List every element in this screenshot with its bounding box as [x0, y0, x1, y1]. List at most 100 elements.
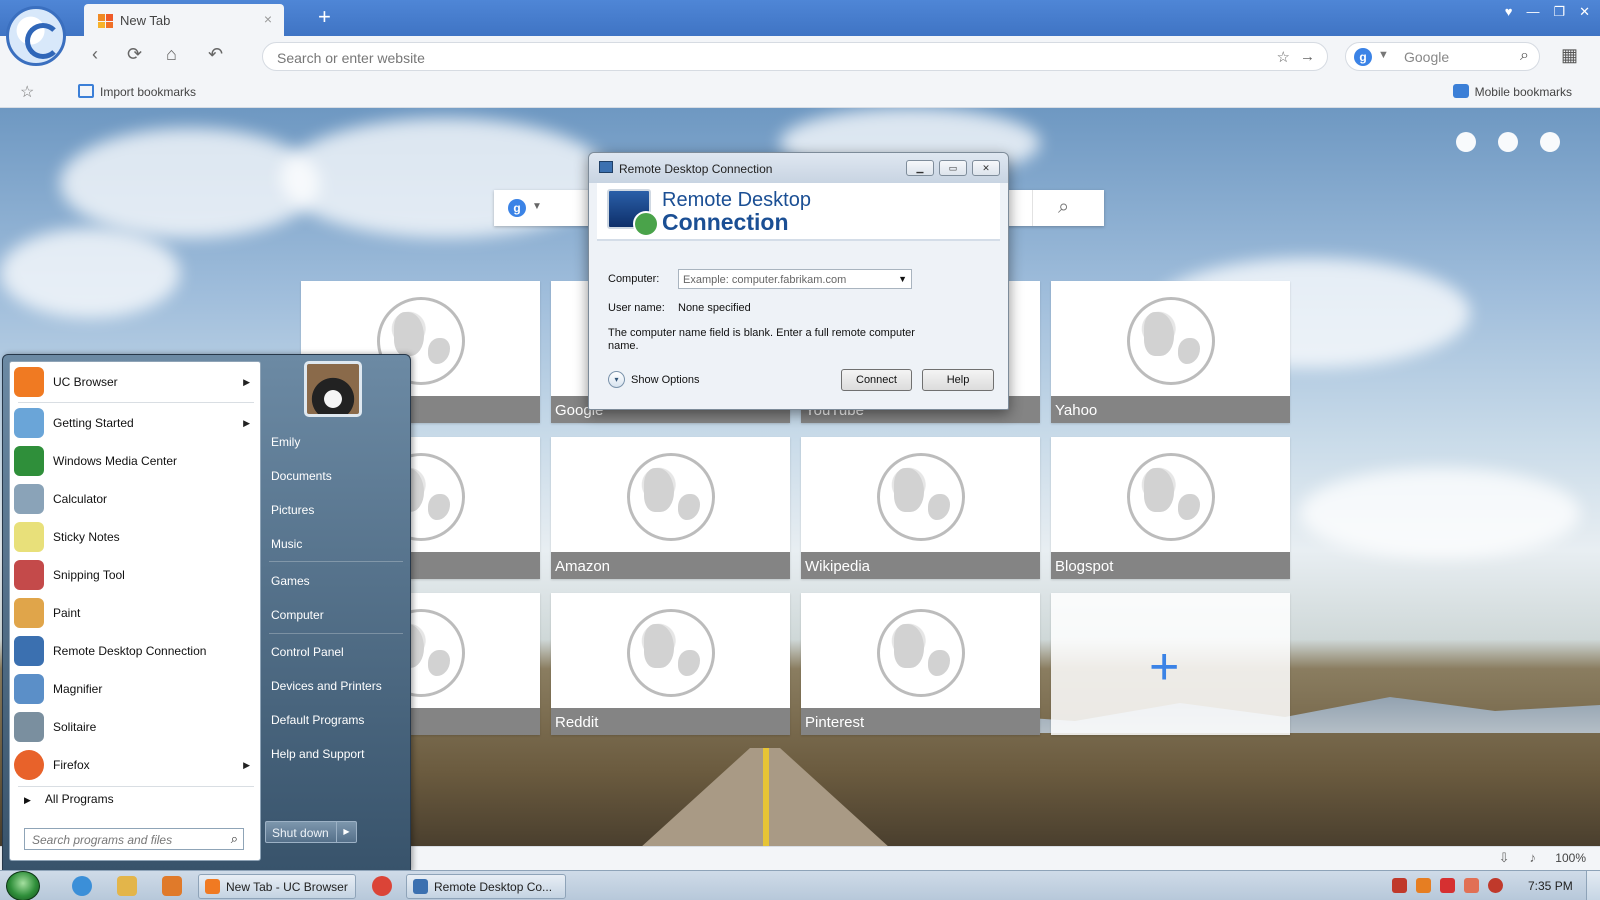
dialog-maximize-button[interactable]: ▭ [939, 160, 967, 176]
start-link-help-support[interactable]: Help and Support [271, 747, 364, 761]
apps-grid-icon[interactable] [1540, 132, 1560, 152]
start-link-music[interactable]: Music [271, 537, 302, 551]
file-explorer-icon[interactable] [117, 876, 137, 896]
program-uc-browser[interactable]: UC Browser ▶ [14, 364, 258, 400]
tray-flag-icon[interactable] [1440, 878, 1455, 893]
cloud-sync-icon[interactable] [1456, 132, 1476, 152]
program-snipping-tool[interactable]: Snipping Tool [14, 557, 258, 593]
media-player-icon[interactable] [162, 876, 182, 896]
apps-grid-icon[interactable]: ▦ [1561, 45, 1578, 66]
submenu-arrow-icon[interactable]: ▶ [243, 377, 250, 388]
bookmarks-star-icon[interactable]: ☆ [20, 82, 34, 102]
undo-close-button[interactable]: ↶ [208, 44, 223, 65]
submenu-arrow-icon[interactable]: ▶ [243, 760, 250, 771]
speed-dial-tile[interactable]: Yahoo [1051, 281, 1290, 423]
tab-close-icon[interactable]: × [264, 11, 272, 27]
program-solitaire[interactable]: Solitaire [14, 709, 258, 745]
submenu-arrow-icon[interactable]: ▶ [243, 418, 250, 429]
program-firefox[interactable]: Firefox ▶ [14, 747, 258, 783]
program-label: Calculator [53, 492, 108, 506]
dialog-header: Remote Desktop Connection [597, 183, 1000, 241]
all-programs-button[interactable]: ▶ All Programs [24, 792, 114, 806]
speed-dial-tile[interactable]: Amazon [551, 437, 790, 579]
start-link-devices-printers[interactable]: Devices and Printers [271, 679, 382, 693]
tray-power-icon[interactable] [1488, 878, 1503, 893]
tab-new-tab[interactable]: New Tab × [84, 4, 284, 36]
shut-down-options-icon[interactable]: ▶ [336, 822, 356, 842]
reload-button[interactable]: ⟳ [127, 44, 142, 65]
import-bookmarks-link[interactable]: Import bookmarks [78, 84, 196, 99]
bookmark-star-icon[interactable]: ☆ [1277, 48, 1290, 66]
theme-palette-icon[interactable] [1498, 132, 1518, 152]
minimize-button[interactable]: — [1526, 4, 1539, 20]
dialog-titlebar[interactable]: Remote Desktop Connection ▁ ▭ ✕ [589, 153, 1008, 183]
show-options-toggle[interactable]: ▾ Show Options [608, 371, 699, 388]
speed-dial-tile[interactable]: Blogspot [1051, 437, 1290, 579]
program-windows-media-center[interactable]: Windows Media Center [14, 443, 258, 479]
chevron-down-icon[interactable]: ▼ [1378, 49, 1389, 61]
solitaire-icon [14, 712, 44, 742]
dialog-minimize-button[interactable]: ▁ [906, 160, 934, 176]
skin-icon[interactable]: ♥ [1505, 4, 1513, 20]
add-tile-button[interactable]: + [1051, 593, 1290, 735]
tab-title: New Tab [120, 13, 171, 28]
go-arrow-icon[interactable]: → [1300, 48, 1315, 66]
chrome-icon[interactable] [372, 876, 392, 896]
speed-dial-tile[interactable]: Reddit [551, 593, 790, 735]
tray-monitor-icon[interactable] [1464, 878, 1479, 893]
program-calculator[interactable]: Calculator [14, 481, 258, 517]
search-icon[interactable]: ⌕ [231, 831, 238, 847]
start-link-games[interactable]: Games [271, 574, 310, 588]
tray-check-icon[interactable] [1392, 878, 1407, 893]
tile-label: Wikipedia [801, 552, 1040, 579]
search-engine-icon[interactable]: g [1354, 48, 1372, 66]
dialog-close-button[interactable]: ✕ [972, 160, 1000, 176]
start-link-documents[interactable]: Documents [271, 469, 332, 483]
new-tab-button[interactable]: + [318, 4, 331, 30]
media-center-icon [14, 446, 44, 476]
search-icon[interactable]: ⌕ [1520, 47, 1529, 65]
search-engine-icon[interactable]: g [508, 199, 526, 217]
program-remote-desktop[interactable]: Remote Desktop Connection [14, 633, 258, 669]
computer-combobox[interactable]: Example: computer.fabrikam.com ▼ [678, 269, 912, 289]
start-link-control-panel[interactable]: Control Panel [271, 645, 344, 659]
internet-explorer-icon[interactable] [72, 876, 92, 896]
program-paint[interactable]: Paint [14, 595, 258, 631]
globe-icon [877, 609, 965, 697]
download-icon[interactable]: ⇩ [1499, 850, 1510, 866]
taskbar-clock[interactable]: 7:35 PM [1528, 879, 1573, 893]
paint-icon [14, 598, 44, 628]
program-magnifier[interactable]: Magnifier [14, 671, 258, 707]
search-programs-input[interactable]: Search programs and files ⌕ [24, 828, 244, 850]
start-button[interactable] [6, 871, 40, 900]
show-desktop-button[interactable] [1586, 871, 1600, 900]
search-box[interactable]: g ▼ Google ⌕ [1345, 42, 1540, 71]
speed-dial-tile[interactable]: Wikipedia [801, 437, 1040, 579]
program-getting-started[interactable]: Getting Started ▶ [14, 405, 258, 441]
start-link-pictures[interactable]: Pictures [271, 503, 314, 517]
connect-button[interactable]: Connect [841, 369, 912, 391]
start-link-default-programs[interactable]: Default Programs [271, 713, 364, 727]
shut-down-button[interactable]: Shut down ▶ [265, 821, 357, 843]
help-button[interactable]: Help [922, 369, 994, 391]
dropdown-arrow-icon[interactable]: ▼ [898, 274, 907, 284]
address-bar[interactable]: Search or enter website ☆ → [262, 42, 1328, 71]
start-link-computer[interactable]: Computer [271, 608, 324, 622]
zoom-level[interactable]: 100% [1555, 851, 1586, 865]
taskbar-item-uc-browser[interactable]: New Tab - UC Browser [198, 874, 356, 899]
tray-search-icon[interactable] [1416, 878, 1431, 893]
chevron-down-icon[interactable]: ▼ [532, 201, 542, 212]
program-sticky-notes[interactable]: Sticky Notes [14, 519, 258, 555]
newtab-search-button[interactable]: ⌕ [1032, 190, 1104, 226]
back-button[interactable]: ‹ [92, 44, 98, 65]
mobile-bookmarks-link[interactable]: Mobile bookmarks [1452, 84, 1572, 99]
uc-browser-logo[interactable] [6, 6, 66, 66]
speed-dial-tile[interactable]: Pinterest [801, 593, 1040, 735]
taskbar-item-remote-desktop[interactable]: Remote Desktop Co... [406, 874, 566, 899]
home-button[interactable]: ⌂ [166, 44, 177, 65]
volume-icon[interactable]: ♪ [1530, 850, 1537, 866]
start-link-emily[interactable]: Emily [271, 435, 300, 449]
close-button[interactable]: ✕ [1579, 4, 1590, 20]
user-avatar[interactable] [304, 361, 362, 417]
restore-button[interactable]: ❐ [1553, 4, 1565, 20]
